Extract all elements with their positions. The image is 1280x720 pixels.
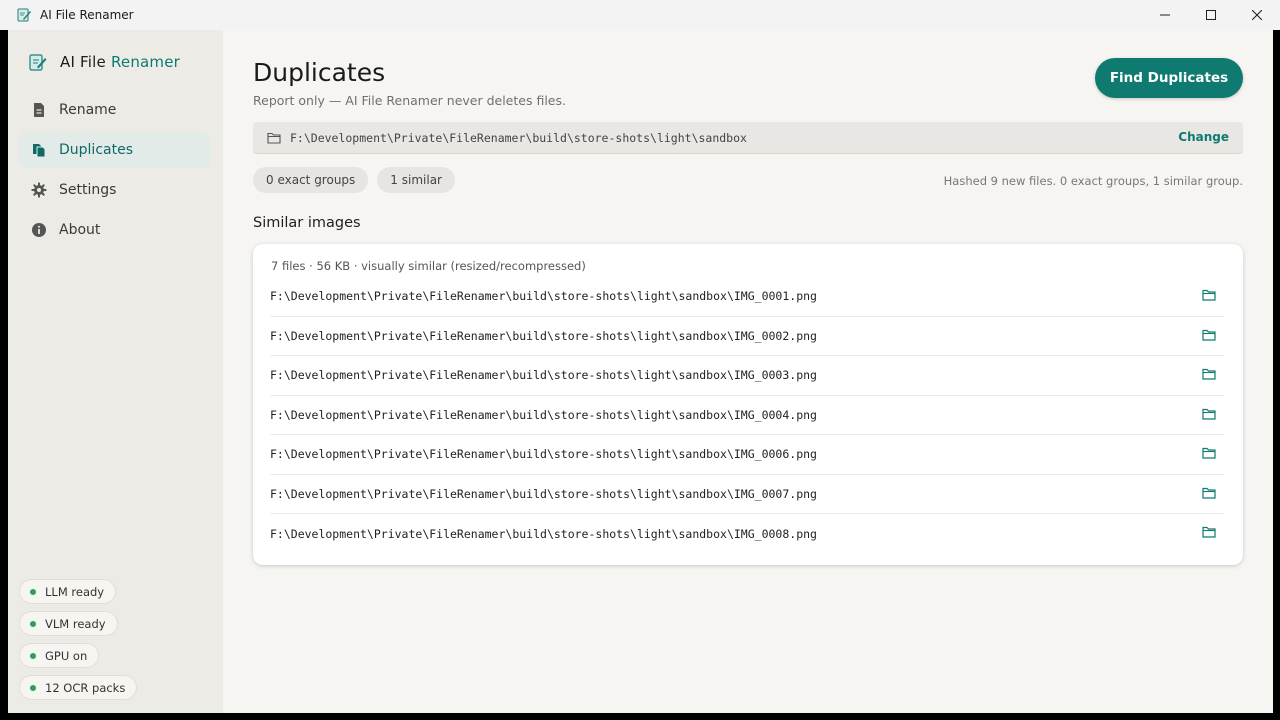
status-label: VLM ready xyxy=(45,616,106,631)
minimize-button[interactable] xyxy=(1142,0,1188,30)
title-bar: AI File Renamer xyxy=(0,0,1280,30)
app-window: AI File Renamer Rename Duplicates Settin… xyxy=(8,30,1273,713)
maximize-button[interactable] xyxy=(1188,0,1234,30)
document-icon xyxy=(34,103,44,117)
window-controls xyxy=(1142,0,1280,30)
status-dot xyxy=(30,652,36,659)
copy-icon xyxy=(33,144,46,158)
open-folder-icon[interactable] xyxy=(1202,447,1216,459)
sidebar-item-settings[interactable]: Settings xyxy=(19,172,211,208)
file-path: F:\Development\Private\FileRenamer\build… xyxy=(270,526,817,541)
status-dot xyxy=(30,620,36,627)
similar-group-card: 7 files · 56 KB · visually similar (resi… xyxy=(253,244,1243,565)
exact-groups-chip[interactable]: 0 exact groups xyxy=(253,167,369,193)
close-icon xyxy=(1252,10,1262,20)
file-row: F:\Development\Private\FileRenamer\build… xyxy=(270,514,1224,554)
file-path: F:\Development\Private\FileRenamer\build… xyxy=(270,289,817,304)
status-pill-ocr: 12 OCR packs xyxy=(19,675,138,700)
status-dot xyxy=(30,684,36,691)
file-row: F:\Development\Private\FileRenamer\build… xyxy=(270,356,1224,396)
sidebar-item-label: Duplicates xyxy=(59,142,133,158)
brand-name: AI File Renamer xyxy=(60,53,180,71)
open-folder-icon[interactable] xyxy=(1202,289,1216,301)
status-pill-gpu: GPU on xyxy=(19,643,100,668)
file-row: F:\Development\Private\FileRenamer\build… xyxy=(270,396,1224,435)
maximize-icon xyxy=(1206,10,1216,20)
status-label: 12 OCR packs xyxy=(45,680,126,695)
minimize-icon xyxy=(1160,14,1170,16)
status-pill-vlm: VLM ready xyxy=(19,611,118,636)
sidebar-item-about[interactable]: About xyxy=(19,212,211,248)
file-path: F:\Development\Private\FileRenamer\build… xyxy=(270,447,817,462)
file-path: F:\Development\Private\FileRenamer\build… xyxy=(270,368,817,383)
folder-icon xyxy=(267,132,281,144)
open-folder-icon[interactable] xyxy=(1202,487,1216,499)
file-row: F:\Development\Private\FileRenamer\build… xyxy=(270,435,1224,475)
app-logo-icon xyxy=(17,8,31,22)
app-logo-icon xyxy=(29,54,47,71)
change-folder-link[interactable]: Change xyxy=(1178,130,1229,144)
brand-name-part1: AI File xyxy=(60,53,106,71)
close-window-button[interactable] xyxy=(1234,0,1280,30)
file-path: F:\Development\Private\FileRenamer\build… xyxy=(270,486,817,501)
section-title-similar: Similar images xyxy=(253,215,361,231)
find-duplicates-button[interactable]: Find Duplicates xyxy=(1095,58,1243,98)
sidebar-item-rename[interactable]: Rename xyxy=(19,92,211,128)
brand: AI File Renamer xyxy=(28,52,180,72)
file-row: F:\Development\Private\FileRenamer\build… xyxy=(270,277,1224,317)
folder-path: F:\Development\Private\FileRenamer\build… xyxy=(290,130,747,145)
open-folder-icon[interactable] xyxy=(1202,408,1216,420)
window-title: AI File Renamer xyxy=(40,8,134,22)
sidebar-item-label: Rename xyxy=(59,102,117,118)
sidebar: AI File Renamer Rename Duplicates Settin… xyxy=(8,30,223,713)
status-label: GPU on xyxy=(45,648,88,663)
page-title: Duplicates xyxy=(253,58,386,87)
sidebar-nav: Rename Duplicates Settings About xyxy=(19,92,211,252)
file-list: F:\Development\Private\FileRenamer\build… xyxy=(270,277,1224,554)
open-folder-icon[interactable] xyxy=(1202,526,1216,538)
file-path: F:\Development\Private\FileRenamer\build… xyxy=(270,328,817,343)
similar-groups-chip[interactable]: 1 similar xyxy=(377,167,455,193)
sidebar-item-duplicates[interactable]: Duplicates xyxy=(19,132,211,168)
sidebar-item-label: About xyxy=(59,222,101,238)
status-list: LLM ready VLM ready GPU on 12 OCR packs xyxy=(19,579,138,707)
open-folder-icon[interactable] xyxy=(1202,368,1216,380)
file-path: F:\Development\Private\FileRenamer\build… xyxy=(270,407,817,422)
gear-icon xyxy=(31,182,47,198)
status-label: LLM ready xyxy=(45,584,105,599)
status-pill-llm: LLM ready xyxy=(19,579,117,604)
result-chips: 0 exact groups 1 similar xyxy=(253,167,464,193)
file-row: F:\Development\Private\FileRenamer\build… xyxy=(270,475,1224,514)
brand-name-part2: Renamer xyxy=(110,53,181,71)
info-icon xyxy=(32,223,46,237)
status-dot xyxy=(30,588,36,595)
group-meta: 7 files · 56 KB · visually similar (resi… xyxy=(271,259,586,273)
page-subtitle: Report only — AI File Renamer never dele… xyxy=(253,93,566,108)
scan-summary: Hashed 9 new files. 0 exact groups, 1 si… xyxy=(943,174,1243,188)
open-folder-icon[interactable] xyxy=(1202,329,1216,341)
folder-path-bar: F:\Development\Private\FileRenamer\build… xyxy=(253,122,1243,154)
sidebar-item-label: Settings xyxy=(59,182,117,198)
file-row: F:\Development\Private\FileRenamer\build… xyxy=(270,317,1224,356)
